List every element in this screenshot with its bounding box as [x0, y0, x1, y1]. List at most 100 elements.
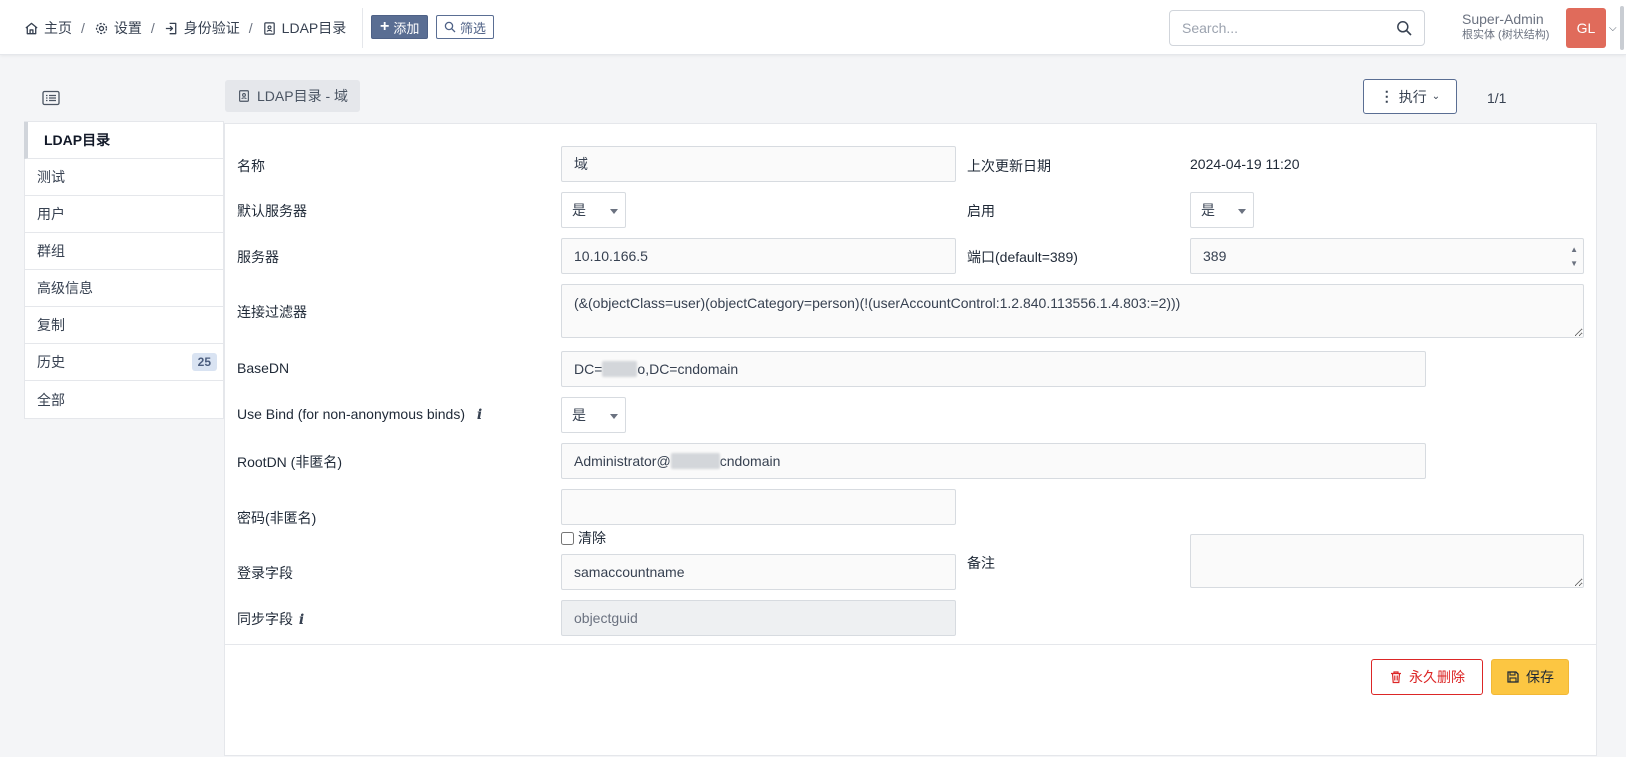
tab-test[interactable]: 测试: [25, 159, 223, 196]
tab-label: LDAP目录: [44, 132, 111, 148]
kebab-icon: ⋮: [1379, 88, 1394, 104]
delete-button-label: 永久删除: [1409, 669, 1465, 685]
tab-list: LDAP目录 测试 用户 群组 高级信息 复制 历史 25 全部: [24, 121, 224, 419]
usebind-value: 是: [572, 407, 586, 423]
list-toggle-icon[interactable]: [42, 90, 60, 106]
breadcrumb-auth-label: 身份验证: [183, 20, 240, 36]
delete-button[interactable]: 永久删除: [1371, 659, 1483, 695]
breadcrumb-auth[interactable]: 身份验证: [164, 18, 240, 38]
active-value: 是: [1201, 202, 1215, 218]
breadcrumb-separator: /: [81, 20, 85, 36]
default-server-value: 是: [572, 202, 586, 218]
spinner-down-icon[interactable]: ▼: [1570, 257, 1578, 271]
form-divider: [225, 644, 1596, 645]
breadcrumb: 主页 / 设置 / 身份验证 / LDAP目录: [24, 18, 346, 38]
server-input[interactable]: [561, 238, 956, 274]
filter-button[interactable]: 筛选: [436, 15, 495, 39]
tab-label: 全部: [37, 391, 65, 408]
filter-button-label: 筛选: [460, 20, 487, 36]
user-menu[interactable]: Super-Admin 根实体 (树状结构): [1462, 11, 1549, 43]
page-title: LDAP目录 - 域: [225, 80, 361, 112]
usebind-label-text: Use Bind (for non-anonymous binds): [237, 406, 466, 422]
basedn-redacted: xxxxx: [602, 361, 638, 377]
tab-all[interactable]: 全部: [25, 381, 223, 418]
default-server-label: 默认服务器: [237, 203, 307, 219]
basedn-input[interactable]: DC=xxxxxo,DC=cndomain: [561, 351, 1426, 387]
login-field-input[interactable]: [561, 554, 956, 590]
tab-label: 用户: [37, 206, 65, 222]
port-input[interactable]: 389 ▲ ▼: [1190, 238, 1584, 274]
actions-button-label: 执行: [1398, 88, 1427, 105]
port-label: 端口(default=389): [967, 249, 1078, 265]
breadcrumb-settings[interactable]: 设置: [94, 18, 142, 38]
home-icon: [25, 22, 38, 34]
login-field-label: 登录字段: [237, 565, 293, 581]
actions-button[interactable]: ⋮ 执行 ⌄: [1363, 79, 1457, 114]
breadcrumb-home[interactable]: 主页: [24, 18, 72, 38]
sync-field-input: [561, 600, 956, 636]
search-icon: [444, 21, 456, 33]
tab-history[interactable]: 历史 25: [25, 344, 223, 381]
info-icon[interactable]: i: [477, 407, 482, 423]
password-input[interactable]: [561, 489, 956, 525]
usebind-label: Use Bind (for non-anonymous binds) i: [237, 406, 482, 423]
save-icon: [1507, 671, 1519, 683]
tab-replicate[interactable]: 复制: [25, 307, 223, 344]
basedn-suffix: o,DC=cndomain: [637, 361, 739, 377]
active-select[interactable]: 是: [1190, 192, 1254, 228]
address-book-icon: [239, 90, 249, 102]
number-spinner[interactable]: ▲ ▼: [1570, 243, 1578, 271]
tab-users[interactable]: 用户: [25, 196, 223, 233]
basedn-prefix: DC=: [574, 361, 603, 377]
name-input[interactable]: [561, 146, 956, 182]
gear-icon: [95, 22, 108, 34]
search-input[interactable]: [1170, 11, 1390, 45]
last-update-label: 上次更新日期: [967, 158, 1051, 174]
sync-field-label: 同步字段 i: [237, 609, 304, 629]
usebind-select[interactable]: 是: [561, 397, 626, 433]
top-header: 主页 / 设置 / 身份验证 / LDAP目录 + 添加 筛选 Super-Ad…: [0, 0, 1626, 55]
user-name: Super-Admin: [1462, 11, 1544, 27]
rootdn-prefix: Administrator@: [574, 453, 671, 469]
name-label: 名称: [237, 158, 265, 174]
caret-down-icon: [1238, 209, 1246, 214]
tab-label: 高级信息: [37, 280, 93, 296]
rootdn-input[interactable]: Administrator@xxxxxxxcndomain: [561, 443, 1426, 479]
tab-advanced[interactable]: 高级信息: [25, 270, 223, 307]
global-search: [1169, 10, 1425, 46]
server-label: 服务器: [237, 249, 279, 265]
breadcrumb-home-label: 主页: [44, 20, 72, 36]
tab-groups[interactable]: 群组: [25, 233, 223, 270]
password-label: 密码(非匿名): [237, 510, 317, 526]
connection-filter-textarea[interactable]: (&(objectClass=user)(objectCategory=pers…: [561, 284, 1584, 338]
clear-checkbox[interactable]: [561, 531, 574, 545]
tab-label: 测试: [37, 169, 65, 185]
scrollbar[interactable]: [1620, 6, 1624, 50]
avatar[interactable]: GL: [1566, 8, 1606, 48]
page-title-text: LDAP目录 - 域: [257, 88, 349, 104]
spinner-up-icon[interactable]: ▲: [1570, 243, 1578, 257]
default-server-select[interactable]: 是: [561, 192, 626, 228]
add-button[interactable]: + 添加: [371, 15, 429, 39]
clear-password-checkbox[interactable]: 清除: [561, 528, 606, 548]
rootdn-suffix: cndomain: [719, 453, 781, 469]
tab-ldap[interactable]: LDAP目录: [24, 122, 223, 159]
sync-field-label-text: 同步字段: [237, 611, 293, 627]
comment-textarea[interactable]: [1190, 534, 1584, 588]
chevron-down-icon[interactable]: ⌵: [1609, 23, 1617, 34]
caret-down-icon: [610, 414, 618, 419]
breadcrumb-ldap-label: LDAP目录: [281, 20, 347, 36]
breadcrumb-ldap[interactable]: LDAP目录: [262, 18, 347, 38]
port-value: 389: [1203, 248, 1227, 264]
breadcrumb-settings-label: 设置: [113, 20, 142, 36]
active-label: 启用: [967, 203, 995, 219]
save-button[interactable]: 保存: [1491, 659, 1569, 695]
basedn-label: BaseDN: [237, 360, 290, 376]
add-button-label: 添加: [393, 20, 420, 36]
search-icon[interactable]: [1396, 20, 1412, 36]
breadcrumb-separator: /: [150, 20, 155, 36]
header-divider: [362, 8, 363, 48]
info-icon[interactable]: i: [299, 612, 304, 628]
save-button-label: 保存: [1526, 669, 1554, 685]
caret-down-icon: [610, 209, 618, 214]
